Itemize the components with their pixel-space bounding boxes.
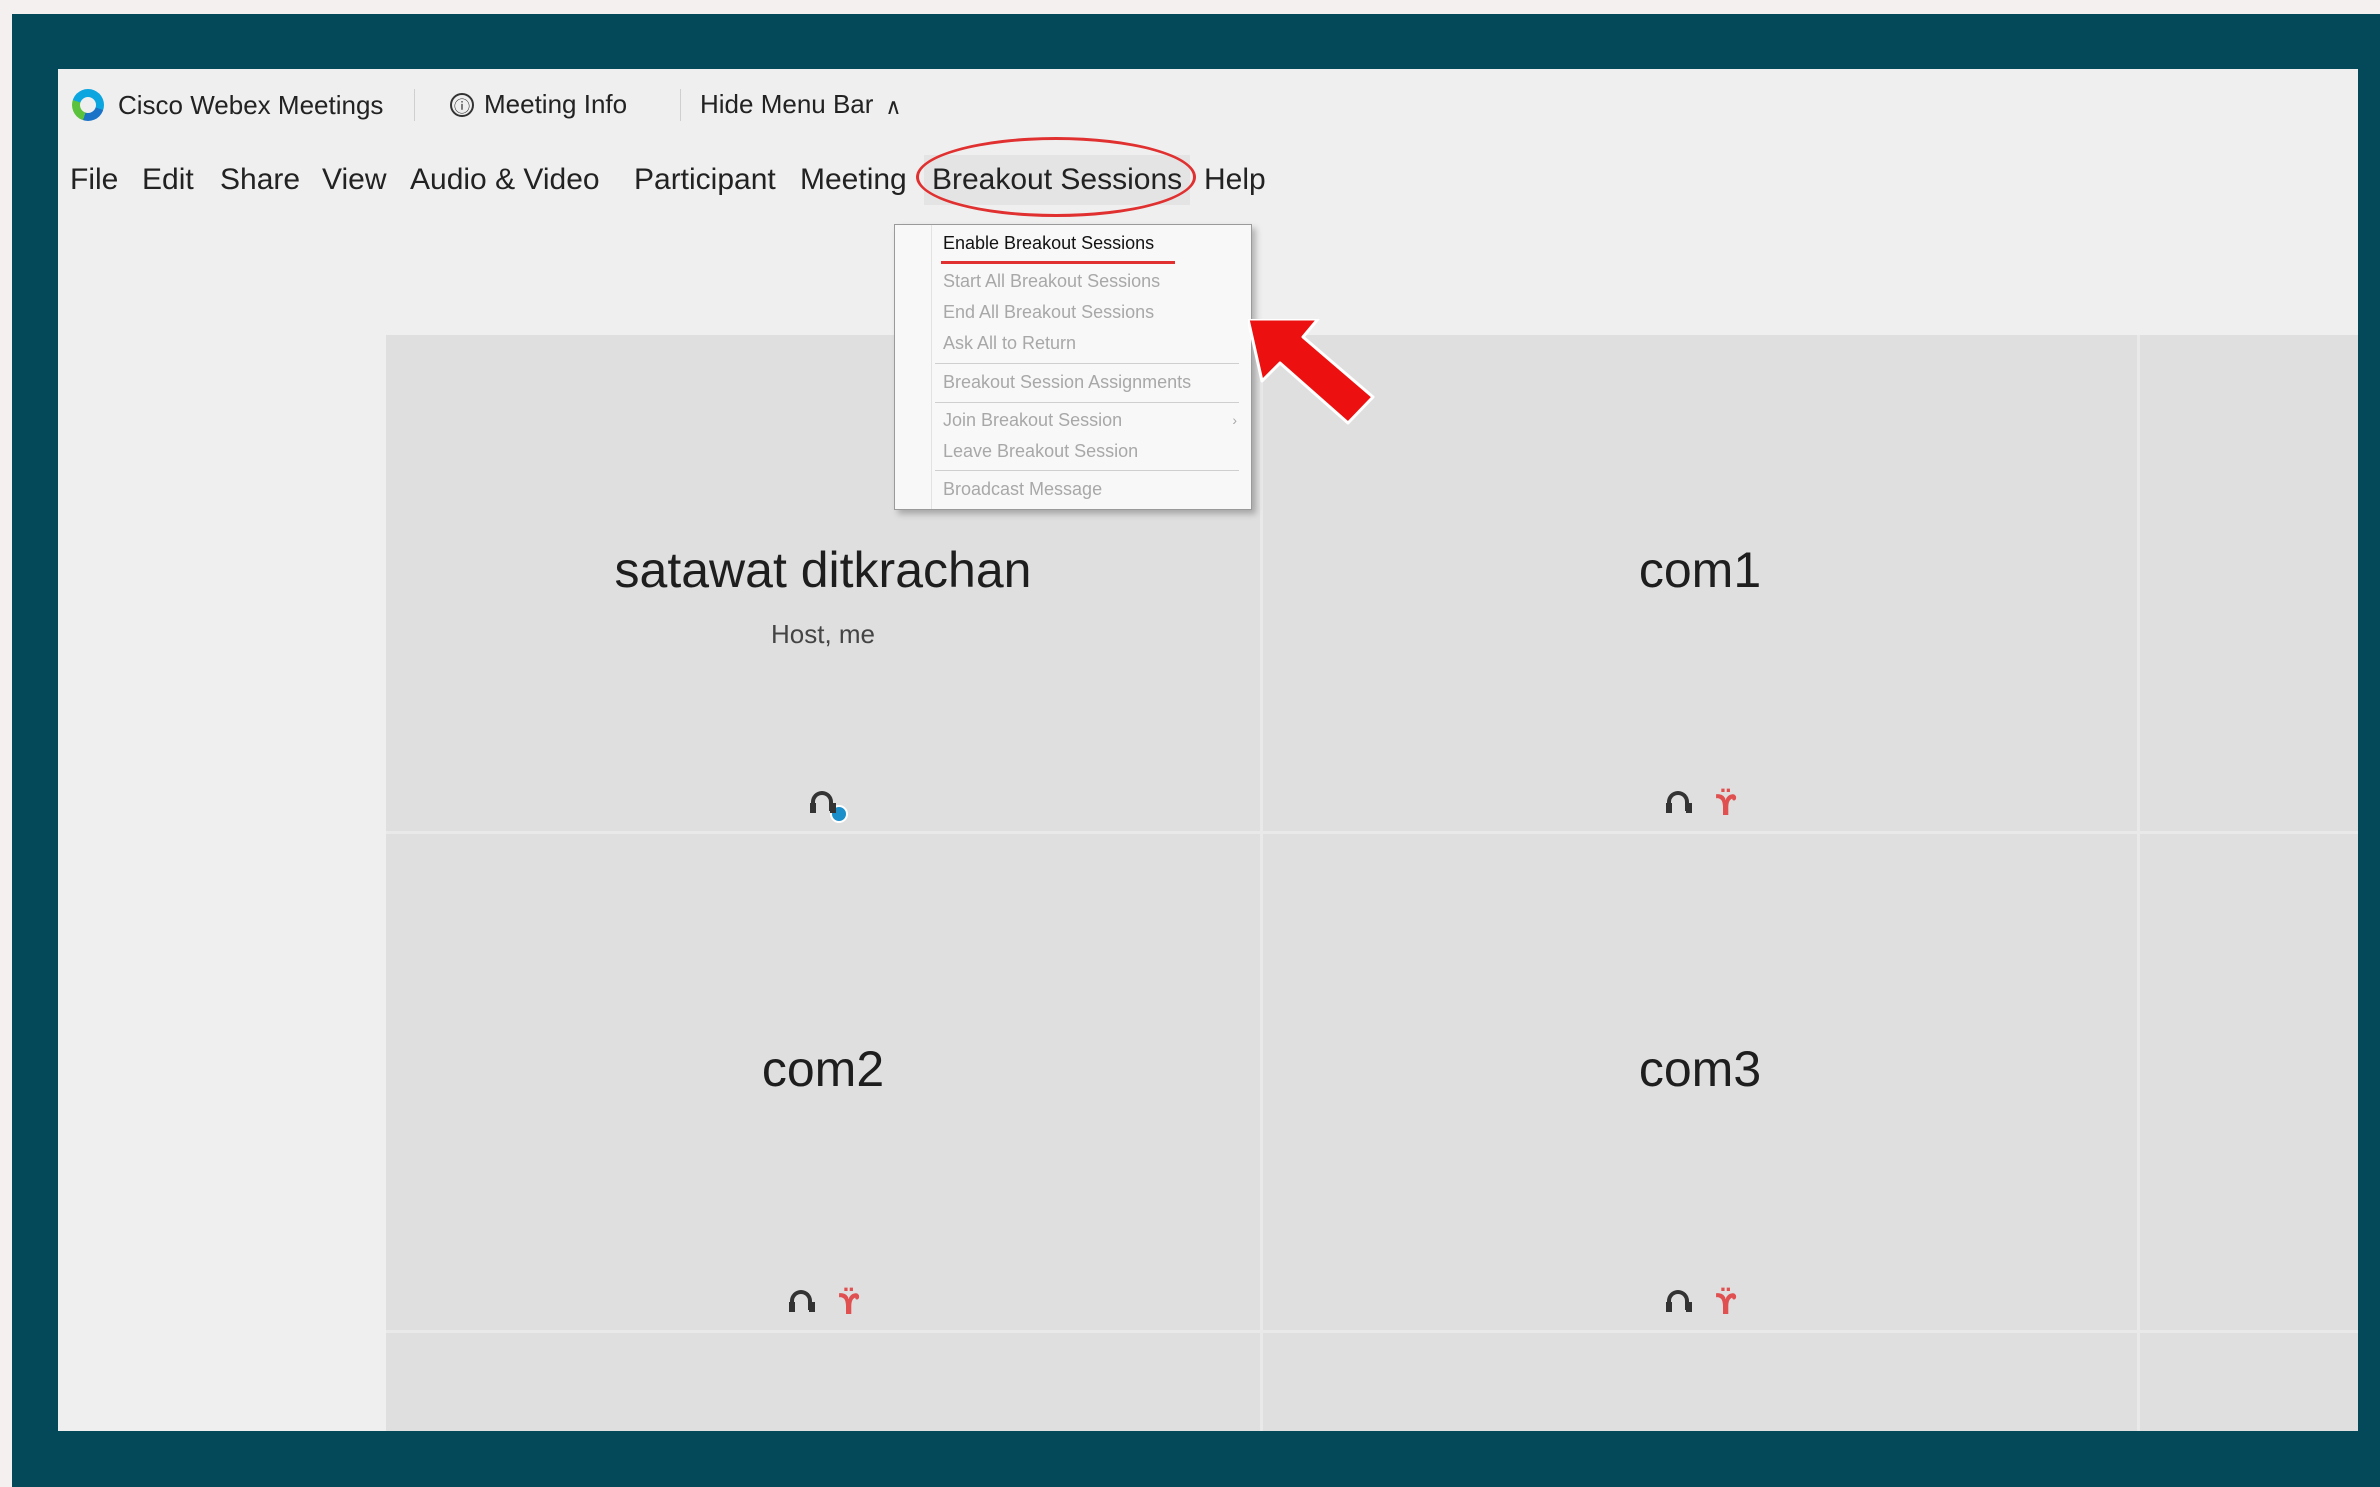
headset-icon [787, 1288, 817, 1318]
menu-bar: File Edit Share View Audio & Video Parti… [58, 155, 2358, 205]
mic-muted-icon: ϔ [1715, 789, 1737, 822]
menu-separator [935, 402, 1239, 403]
menu-breakout-sessions[interactable]: Breakout Sessions [924, 155, 1191, 205]
headset-icon [1664, 789, 1694, 819]
audio-status: ϔ [1263, 1288, 2137, 1321]
participant-tile[interactable]: com1 ϔ [1263, 335, 2137, 831]
title-separator [414, 89, 415, 121]
mic-muted-icon: ϔ [1715, 1288, 1737, 1321]
menu-item-breakout-session-assignments[interactable]: Breakout Session Assignments [943, 372, 1191, 393]
meeting-info-button[interactable]: ⓘ Meeting Info [450, 89, 627, 120]
menu-item-start-all-breakout-sessions[interactable]: Start All Breakout Sessions [943, 271, 1160, 292]
participant-name: satawat ditkrachan [614, 542, 1032, 598]
highlight-underline [941, 261, 1175, 264]
menu-share[interactable]: Share [220, 155, 300, 205]
menu-separator [935, 470, 1239, 471]
audio-status: ϔ [1263, 789, 2137, 822]
participant-tile[interactable] [1263, 1333, 2137, 1431]
webex-window: Cisco Webex Meetings ⓘ Meeting Info Hide… [58, 69, 2358, 1431]
audio-status [386, 789, 1260, 823]
participant-name: com2 [761, 1041, 885, 1097]
participant-name: com3 [1638, 1041, 1762, 1097]
audio-connected-icon [830, 805, 848, 823]
menu-item-enable-breakout-sessions[interactable]: Enable Breakout Sessions [943, 233, 1154, 254]
participant-tile[interactable] [2140, 834, 2358, 1330]
meeting-info-label: Meeting Info [484, 89, 628, 119]
hide-menu-bar-label: Hide Menu Bar [700, 89, 874, 119]
hide-menu-bar-button[interactable]: Hide Menu Bar ∧ [700, 89, 902, 120]
menu-participant[interactable]: Participant [634, 155, 776, 205]
participant-tile[interactable] [2140, 335, 2358, 831]
participant-grid: satawat ditkrachan Host, me com1 ϔ com2 … [386, 335, 2358, 1431]
title-separator [680, 89, 681, 121]
menu-gutter [895, 225, 932, 509]
participant-role: Host, me [770, 619, 876, 649]
menu-item-join-breakout-session[interactable]: Join Breakout Session [943, 410, 1233, 431]
info-icon: ⓘ [450, 92, 474, 117]
participant-tile[interactable]: com3 ϔ [1263, 834, 2137, 1330]
app-title: Cisco Webex Meetings [72, 89, 383, 121]
audio-status: ϔ [386, 1288, 1260, 1321]
participant-name: com1 [1638, 542, 1762, 598]
menu-audio-video[interactable]: Audio & Video [410, 155, 600, 205]
submenu-arrow-icon: › [1232, 412, 1237, 428]
chevron-up-icon: ∧ [885, 93, 902, 119]
menu-help[interactable]: Help [1204, 155, 1266, 205]
menu-meeting[interactable]: Meeting [800, 155, 907, 205]
menu-item-end-all-breakout-sessions[interactable]: End All Breakout Sessions [943, 302, 1154, 323]
menu-file[interactable]: File [70, 155, 118, 205]
participant-tile[interactable] [2140, 1333, 2358, 1431]
menu-item-leave-breakout-session[interactable]: Leave Breakout Session [943, 441, 1138, 462]
app-name: Cisco Webex Meetings [118, 89, 384, 120]
menu-item-broadcast-message[interactable]: Broadcast Message [943, 479, 1102, 500]
participant-tile[interactable]: com2 ϔ [386, 834, 1260, 1330]
menu-separator [935, 363, 1239, 364]
title-bar: Cisco Webex Meetings ⓘ Meeting Info Hide… [58, 69, 2358, 139]
webex-logo-icon [72, 89, 104, 121]
participant-tile[interactable] [386, 1333, 1260, 1431]
breakout-sessions-menu: Enable Breakout Sessions Start All Break… [894, 224, 1252, 510]
mic-muted-icon: ϔ [838, 1288, 860, 1321]
headset-icon [1664, 1288, 1694, 1318]
menu-view[interactable]: View [322, 155, 386, 205]
menu-edit[interactable]: Edit [142, 155, 194, 205]
menu-item-ask-all-to-return[interactable]: Ask All to Return [943, 333, 1076, 354]
headset-icon [808, 789, 848, 823]
